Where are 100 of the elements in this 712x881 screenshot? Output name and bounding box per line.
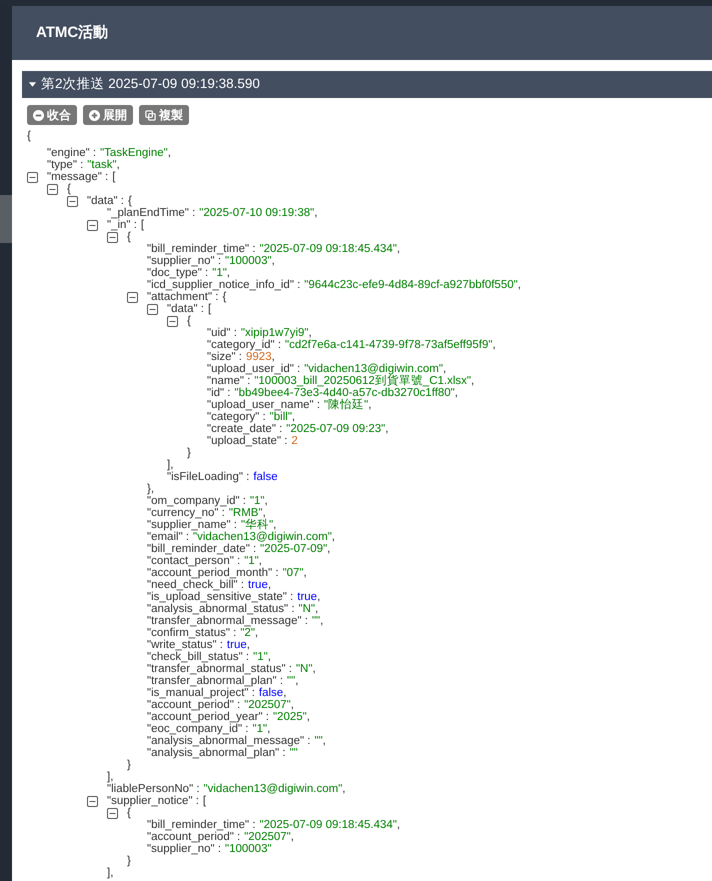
json-value: "202507" <box>244 699 291 711</box>
section-header[interactable]: 第2次推送 2025-07-09 09:19:38.590 <box>22 71 712 98</box>
json-key: "account_period_year" : <box>147 711 269 723</box>
json-key: "supplier_no" : <box>147 255 222 267</box>
json-value: "202507" <box>244 831 291 843</box>
json-bracket: { <box>27 130 31 142</box>
json-key: "upload_state" : <box>207 435 288 447</box>
json-key: "doc_type" : <box>147 267 208 279</box>
json-punctuation: , <box>327 543 330 555</box>
json-bracket: { <box>67 183 71 195</box>
json-key: "create_date" : <box>207 423 282 435</box>
json-key: "data" : <box>87 195 124 207</box>
collapse-toggle-icon[interactable] <box>127 292 138 303</box>
json-value: "1" <box>252 723 268 735</box>
json-key: "om_company_id" : <box>147 495 246 507</box>
json-key: "email" : <box>147 531 190 543</box>
json-value: "xipip1w7yi9" <box>240 327 309 339</box>
json-key: "uid" : <box>207 327 237 339</box>
json-value: "07" <box>282 567 304 579</box>
json-value: "100003" <box>225 843 272 855</box>
json-key: "is_manual_project" : <box>147 687 255 699</box>
json-bracket: { <box>127 231 131 243</box>
expand-button[interactable]: 展開 <box>83 105 133 125</box>
json-punctuation: , <box>317 591 320 603</box>
json-value: "2025" <box>272 711 307 723</box>
json-key: "transfer_abnormal_message" : <box>147 615 308 627</box>
collapse-toggle-icon[interactable] <box>107 808 118 819</box>
json-key: "upload_user_name" : <box>207 399 320 411</box>
json-punctuation: , <box>258 555 262 567</box>
json-punctuation: , <box>254 627 258 639</box>
json-punctuation: , <box>314 207 318 219</box>
json-value: "" <box>287 675 296 687</box>
json-key: "liablePersonNo" : <box>107 783 200 795</box>
json-key: "currency_no" : <box>147 507 225 519</box>
json-punctuation: , <box>442 363 446 375</box>
json-key: "size" : <box>207 351 242 363</box>
json-key: "analysis_abnormal_message" : <box>147 735 310 747</box>
json-value: "1" <box>253 651 268 663</box>
json-value: "100003" <box>225 255 272 267</box>
json-punctuation: , <box>308 327 312 339</box>
copy-button[interactable]: 複製 <box>139 105 189 125</box>
json-punctuation: , <box>295 675 298 687</box>
json-value: true <box>297 591 318 603</box>
json-punctuation: , <box>342 783 346 795</box>
json-key: "account_period" : <box>147 831 240 843</box>
json-punctuation: , <box>168 147 171 159</box>
json-key: "bill_reminder_date" : <box>147 543 256 555</box>
json-value: 9923 <box>246 351 272 363</box>
json-value: "100003_bill_20250612到貨單號_C1.xlsx" <box>254 375 471 387</box>
collapse-toggle-icon[interactable] <box>87 220 98 231</box>
json-key: "id" : <box>207 387 231 399</box>
json-key: "analysis_abnormal_status" : <box>147 603 295 615</box>
json-bracket: { <box>187 315 191 327</box>
collapse-toggle-icon[interactable] <box>67 196 78 207</box>
json-value: false <box>258 687 284 699</box>
json-punctuation: , <box>396 243 400 255</box>
json-punctuation: , <box>332 531 335 543</box>
json-key: "supplier_no" : <box>147 843 222 855</box>
json-key: "engine" : <box>47 147 96 159</box>
json-bracket: { <box>222 291 226 303</box>
json-punctuation: , <box>454 387 458 399</box>
json-punctuation: , <box>290 699 294 711</box>
json-key: "supplier_notice" : <box>107 795 199 807</box>
json-bracket: } <box>127 759 131 771</box>
json-punctuation: , <box>385 423 388 435</box>
json-key: "eoc_company_id" : <box>147 723 249 735</box>
collapse-button[interactable]: 收合 <box>27 105 77 125</box>
json-bracket: [ <box>202 795 206 807</box>
json-bracket: [ <box>112 171 116 183</box>
json-key: "upload_user_id" : <box>207 363 300 375</box>
collapse-toggle-icon[interactable] <box>47 184 58 195</box>
json-value: "cd2f7e6a-c141-4739-9f78-73af5eff95f9" <box>285 339 492 351</box>
json-punctuation: , <box>273 519 276 531</box>
json-value: "2" <box>240 627 255 639</box>
collapse-toggle-icon[interactable] <box>167 316 178 327</box>
json-value: "2025-07-09 09:18:45.434" <box>260 243 397 255</box>
json-value: "N" <box>296 663 312 675</box>
json-key: "attachment" : <box>147 291 218 303</box>
json-punctuation: , <box>518 279 521 291</box>
json-bracket: ], <box>107 867 114 879</box>
collapse-toggle-icon[interactable] <box>87 796 98 807</box>
json-key: "category" : <box>207 411 266 423</box>
json-value: "task" <box>87 159 117 171</box>
json-value: "vidachen13@digiwin.com" <box>193 531 332 543</box>
collapse-toggle-icon[interactable] <box>147 304 158 315</box>
collapse-toggle-icon[interactable] <box>27 172 38 183</box>
json-punctuation: , <box>322 735 326 747</box>
json-value: "1" <box>244 555 259 567</box>
json-key: "confirm_status" : <box>147 627 236 639</box>
json-bracket: { <box>128 195 132 207</box>
json-punctuation: , <box>264 495 268 507</box>
json-key: "need_check_bill" : <box>147 579 244 591</box>
json-punctuation: , <box>116 159 120 171</box>
json-punctuation: , <box>312 663 316 675</box>
collapse-toggle-icon[interactable] <box>107 232 118 243</box>
json-value: "vidachen13@digiwin.com" <box>304 363 443 375</box>
json-key: "transfer_abnormal_plan" : <box>147 675 284 687</box>
json-bracket: [ <box>140 219 144 231</box>
json-value: "2025-07-09 09:23" <box>286 423 386 435</box>
json-punctuation: , <box>267 723 270 735</box>
